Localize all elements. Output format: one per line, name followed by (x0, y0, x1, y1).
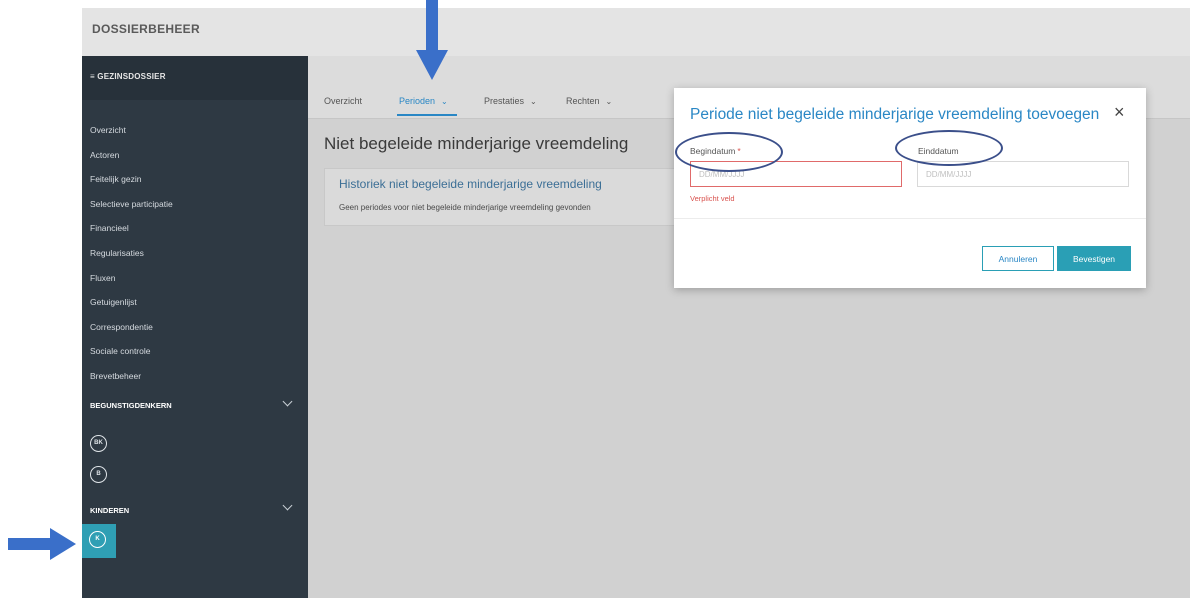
modal-title: Periode niet begeleide minderjarige vree… (690, 106, 1100, 123)
arrow-down-icon (416, 0, 448, 80)
start-date-error: Verplicht veld (690, 194, 735, 203)
arrow-right-icon (8, 528, 76, 560)
tab-label: Overzicht (324, 96, 363, 106)
sidebar-item-fluxen[interactable]: Fluxen (90, 266, 173, 291)
chevron-down-icon: ⌄ (441, 97, 448, 106)
close-icon[interactable]: × (1114, 102, 1125, 123)
annotation-ellipse-start-date (675, 132, 783, 172)
section-children-title: KINDEREN (90, 506, 130, 515)
chevron-down-icon: ⌄ (605, 97, 613, 106)
top-bar: DOSSIERBEHEER (82, 8, 1190, 57)
card-empty-text: Geen periodes voor niet begeleide minder… (339, 203, 591, 212)
avatar-k[interactable]: K (89, 531, 106, 548)
chevron-down-icon: ⌄ (530, 97, 537, 106)
section-beneficiaries-title: BEGUNSTIGDENKERN (90, 401, 172, 410)
tab-label: Prestaties (484, 96, 525, 106)
page-title: Niet begeleide minderjarige vreemdeling (324, 134, 629, 153)
sidebar-item-getuigenlijst[interactable]: Getuigenlijst (90, 290, 173, 315)
tab-rechten[interactable]: Rechten ⌄ (566, 96, 612, 106)
tab-overzicht[interactable]: Overzicht (324, 96, 362, 106)
sidebar-item-regularisaties[interactable]: Regularisaties (90, 241, 173, 266)
chevron-down-icon[interactable] (282, 396, 293, 407)
app-title: DOSSIERBEHEER (92, 22, 200, 36)
sidebar-item-correspondentie[interactable]: Correspondentie (90, 315, 173, 340)
sidebar-item-actoren[interactable]: Actoren (90, 143, 173, 168)
sidebar-header[interactable]: ≡ GEZINSDOSSIER (82, 56, 308, 100)
sidebar-item-sociale-controle[interactable]: Sociale controle (90, 339, 173, 364)
sidebar-item-brevetbeheer[interactable]: Brevetbeheer (90, 364, 173, 389)
avatar-bk[interactable]: BK (90, 435, 107, 452)
sidebar-item-overzicht[interactable]: Overzicht (90, 118, 173, 143)
confirm-button[interactable]: Bevestigen (1057, 246, 1131, 271)
sidebar-item-selectieve-participatie[interactable]: Selectieve participatie (90, 192, 173, 217)
avatar-b[interactable]: B (90, 466, 107, 483)
cancel-button[interactable]: Annuleren (982, 246, 1054, 271)
add-period-modal: Periode niet begeleide minderjarige vree… (674, 88, 1146, 288)
active-tab-indicator (397, 114, 457, 116)
sidebar-nav: Overzicht Actoren Feitelijk gezin Select… (90, 118, 173, 389)
sidebar: ≡ GEZINSDOSSIER Overzicht Actoren Feitel… (82, 56, 308, 598)
sidebar-item-feitelijk-gezin[interactable]: Feitelijk gezin (90, 167, 173, 192)
annotation-ellipse-end-date (895, 130, 1003, 166)
chevron-down-icon[interactable] (282, 500, 293, 511)
tab-prestaties[interactable]: Prestaties ⌄ (484, 96, 537, 106)
child-selected-item[interactable]: K (82, 524, 116, 558)
tab-perioden[interactable]: Perioden ⌄ (399, 96, 448, 106)
sidebar-item-financieel[interactable]: Financieel (90, 216, 173, 241)
tab-label: Rechten (566, 96, 600, 106)
modal-divider (674, 218, 1146, 219)
card-title: Historiek niet begeleide minderjarige vr… (339, 177, 602, 191)
tab-label: Perioden (399, 96, 436, 106)
sidebar-header-label: ≡ GEZINSDOSSIER (90, 72, 166, 81)
